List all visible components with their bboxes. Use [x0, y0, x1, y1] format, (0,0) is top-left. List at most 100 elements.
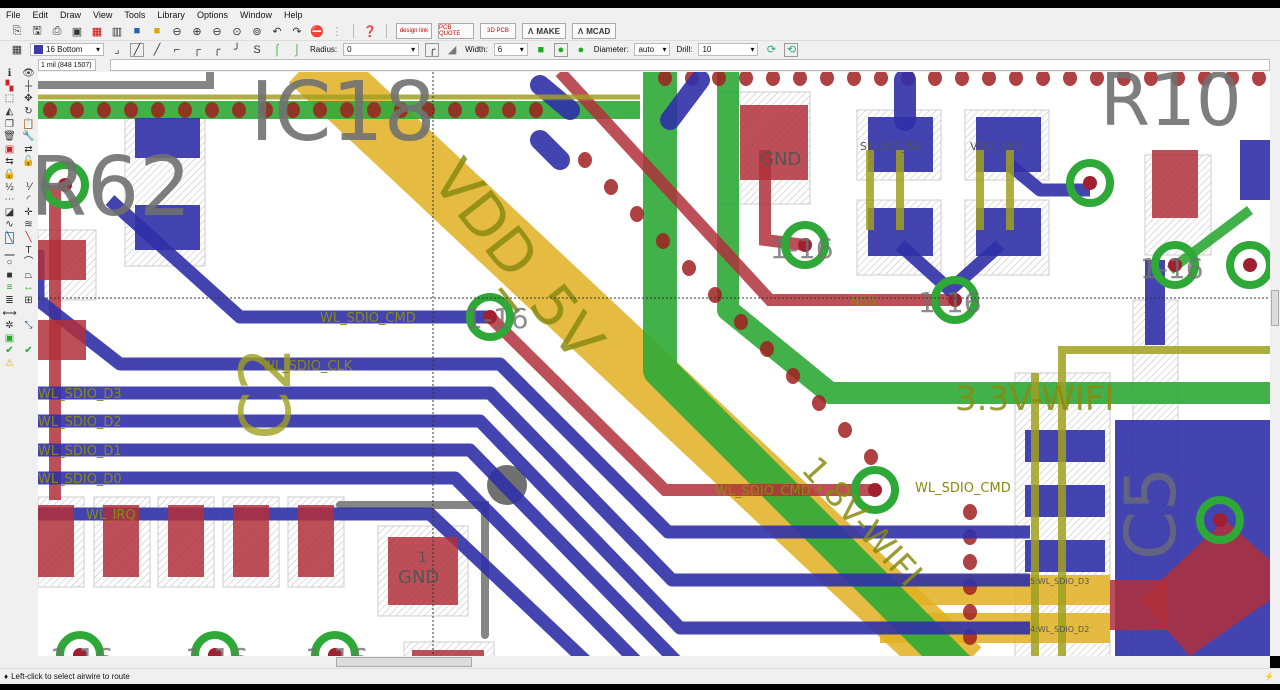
- design-link-button[interactable]: design link: [396, 23, 432, 39]
- cam-icon[interactable]: ▣: [70, 24, 84, 38]
- menu-draw[interactable]: Draw: [60, 10, 81, 20]
- undo-icon[interactable]: ↶: [270, 24, 284, 38]
- board-canvas[interactable]: IC18 R62 R10 VDD_5V 3.3V-WIFI 1.8V-WIFI …: [38, 72, 1270, 656]
- select-icon[interactable]: ⬚: [5, 94, 14, 104]
- command-input[interactable]: [110, 59, 1270, 71]
- route-icon[interactable]: ╲: [5, 232, 14, 245]
- add-icon[interactable]: ▣: [5, 144, 14, 155]
- library-icon[interactable]: ▥: [110, 24, 124, 38]
- wire-icon[interactable]: ⎽: [5, 245, 15, 256]
- script-icon[interactable]: ■: [130, 24, 144, 38]
- layer-select[interactable]: 16 Bottom ▾: [30, 43, 104, 56]
- circle-icon[interactable]: ○: [6, 258, 12, 268]
- via-tool-icon[interactable]: ≡: [7, 283, 13, 293]
- menu-options[interactable]: Options: [197, 10, 228, 20]
- attribute-icon[interactable]: ⊞: [24, 295, 32, 306]
- show-icon[interactable]: 👁: [22, 69, 35, 79]
- rect-icon[interactable]: ■: [6, 270, 12, 281]
- board-icon[interactable]: ▣: [5, 333, 14, 344]
- 3d-pcb-button[interactable]: 3D PCB: [480, 23, 516, 39]
- help-icon[interactable]: ❓: [363, 24, 377, 38]
- bend-style-0-icon[interactable]: ⌟: [110, 43, 124, 57]
- menu-file[interactable]: File: [6, 10, 21, 20]
- vertical-scroll-thumb[interactable]: [1271, 290, 1279, 326]
- bend-style-9-icon[interactable]: ⌡: [290, 43, 304, 57]
- redo-icon[interactable]: ↷: [290, 24, 304, 38]
- miter-icon[interactable]: ◢: [445, 43, 459, 57]
- signal-icon[interactable]: ↔: [24, 283, 34, 293]
- via-square-icon[interactable]: ■: [534, 43, 548, 57]
- round-corner-icon[interactable]: ╭: [425, 42, 440, 57]
- lock-icon[interactable]: 🔒: [3, 170, 15, 180]
- open-icon[interactable]: ⎘: [10, 24, 24, 38]
- stop-icon[interactable]: ⛔: [310, 24, 324, 38]
- pcb-quote-button[interactable]: PCB QUOTE: [438, 23, 474, 39]
- move-icon[interactable]: ✥: [24, 94, 32, 104]
- menu-edit[interactable]: Edit: [33, 10, 49, 20]
- arc-icon[interactable]: ⌒: [24, 258, 34, 268]
- zoom-out-icon[interactable]: ⊖: [210, 24, 224, 38]
- drill-select[interactable]: 10 ▾: [698, 43, 759, 56]
- ripup-icon[interactable]: ╲: [25, 233, 31, 243]
- unlock-icon[interactable]: 🔓: [22, 157, 34, 167]
- polygon-icon[interactable]: ⏢: [25, 270, 33, 281]
- bend-style-1-icon[interactable]: ╱: [130, 42, 144, 57]
- change-icon[interactable]: 🔧: [22, 132, 34, 142]
- radius-select[interactable]: 0 ▾: [343, 43, 420, 56]
- mirror-icon[interactable]: ◭: [6, 107, 14, 117]
- via-octagon-icon[interactable]: ●: [574, 43, 588, 57]
- zoom-select-icon[interactable]: ⊙: [230, 24, 244, 38]
- via-round-icon[interactable]: ●: [553, 42, 568, 57]
- meander-icon[interactable]: ∿: [5, 220, 13, 230]
- snap-icon[interactable]: ⟲: [784, 42, 799, 57]
- vertical-scrollbar[interactable]: [1270, 72, 1280, 656]
- erc-icon[interactable]: ✔: [5, 346, 13, 356]
- swap-icon[interactable]: ⇆: [5, 157, 13, 167]
- optimize-icon[interactable]: ✛: [24, 207, 32, 218]
- menu-window[interactable]: Window: [240, 10, 272, 20]
- go-icon[interactable]: ⋮: [330, 24, 344, 38]
- autorouter-icon[interactable]: ⤡: [25, 321, 33, 331]
- split-icon[interactable]: ⋯: [5, 195, 15, 205]
- drc-icon[interactable]: ✔: [24, 346, 32, 356]
- replace-icon[interactable]: ⇄: [24, 144, 32, 155]
- refresh-icon[interactable]: ⟳: [764, 43, 778, 57]
- value-icon[interactable]: ⅟: [26, 182, 32, 193]
- redraw-icon[interactable]: ⊚: [250, 24, 264, 38]
- delete-icon[interactable]: 🗑: [3, 132, 16, 142]
- ratsnest-icon[interactable]: ✲: [5, 321, 13, 331]
- mark-icon[interactable]: ┼: [25, 81, 32, 92]
- menu-tools[interactable]: Tools: [124, 10, 145, 20]
- miter-tool-icon[interactable]: ◜: [27, 195, 31, 205]
- bend-style-4-icon[interactable]: ┌: [190, 43, 204, 57]
- schematic-icon[interactable]: ▦: [90, 24, 104, 38]
- diff-pair-icon[interactable]: ≋: [24, 220, 32, 230]
- bend-style-6-icon[interactable]: ╯: [230, 43, 244, 57]
- rotate-icon[interactable]: ↻: [24, 107, 32, 117]
- make-button[interactable]: Λ MAKE: [522, 23, 566, 39]
- horizontal-scroll-thumb[interactable]: [336, 657, 472, 667]
- bend-style-8-icon[interactable]: ⌠: [270, 43, 284, 57]
- stop-indicator-icon[interactable]: ⚡: [1264, 672, 1274, 681]
- layer-display-icon[interactable]: ▚: [6, 81, 14, 92]
- save-icon[interactable]: 🖫: [30, 24, 44, 38]
- menu-library[interactable]: Library: [157, 10, 185, 20]
- diameter-select[interactable]: auto ▾: [634, 43, 671, 56]
- warning-icon[interactable]: ⚠: [5, 358, 14, 369]
- paste-icon[interactable]: 📋: [22, 119, 34, 130]
- bend-style-7-icon[interactable]: S: [250, 43, 264, 57]
- menu-view[interactable]: View: [93, 10, 112, 20]
- mcad-button[interactable]: Λ MCAD: [571, 23, 617, 39]
- copy-icon[interactable]: ❐: [5, 119, 14, 130]
- slice-icon[interactable]: ◪: [5, 207, 14, 218]
- print-icon[interactable]: ⎙: [50, 24, 64, 38]
- text-icon[interactable]: T: [25, 245, 31, 256]
- horizontal-scrollbar[interactable]: [38, 656, 1270, 668]
- run-ulp-icon[interactable]: ■: [150, 24, 164, 38]
- hole-icon[interactable]: ≣: [5, 295, 13, 306]
- bend-style-3-icon[interactable]: ⌐: [170, 43, 184, 57]
- zoom-fit-icon[interactable]: ⊖: [170, 24, 184, 38]
- zoom-in-icon[interactable]: ⊕: [190, 24, 204, 38]
- dimension-icon[interactable]: ⟷: [2, 308, 16, 319]
- width-select[interactable]: 6 ▾: [493, 43, 528, 56]
